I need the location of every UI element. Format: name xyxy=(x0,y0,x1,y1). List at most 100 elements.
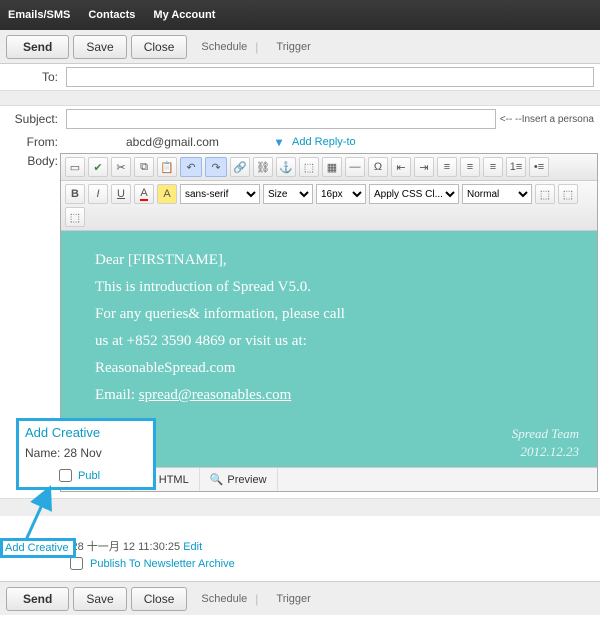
css-class-select[interactable]: Apply CSS Cl... xyxy=(369,184,459,204)
separator: | xyxy=(255,592,258,606)
tool-extra-2-icon[interactable]: ⬚ xyxy=(558,184,578,204)
close-button[interactable]: Close xyxy=(131,35,188,59)
top-nav: Emails/SMS Contacts My Account xyxy=(0,0,600,30)
from-dropdown-arrow-icon[interactable]: ▾ xyxy=(270,135,288,149)
link-icon[interactable]: 🔗 xyxy=(230,157,250,177)
subject-input[interactable] xyxy=(66,109,496,129)
font-size-select[interactable]: 16px xyxy=(316,184,366,204)
nav-emails[interactable]: Emails/SMS xyxy=(8,9,70,21)
nav-contacts[interactable]: Contacts xyxy=(88,9,135,21)
publish-link[interactable]: Publish To Newsletter Archive xyxy=(90,558,235,570)
body-label: Body: xyxy=(6,154,62,168)
italic-icon[interactable]: I xyxy=(88,184,108,204)
image-icon[interactable]: ⬚ xyxy=(299,157,319,177)
add-reply-to-link[interactable]: Add Reply-to xyxy=(292,136,356,148)
cut-icon[interactable]: ✂ xyxy=(111,157,131,177)
list-ordered-icon[interactable]: 1≡ xyxy=(506,157,526,177)
tool-extra-3-icon[interactable]: ⬚ xyxy=(65,207,85,227)
editor-toolbar-row1: ▭ ✔ ✂ ⧉ 📋 ↶ ↷ 🔗 ⛓ ⚓ ⬚ ▦ — Ω ⇤ ⇥ ≡ ≡ ≡ 1≡… xyxy=(61,154,597,181)
undo-icon[interactable]: ↶ xyxy=(180,157,202,177)
publish-checkbox[interactable] xyxy=(70,557,83,570)
callout-title: Add Creative xyxy=(25,425,147,440)
save-button[interactable]: Save xyxy=(73,35,126,59)
body-line: Dear [FIRSTNAME], xyxy=(95,247,563,274)
bold-icon[interactable]: B xyxy=(65,184,85,204)
close-button-bottom[interactable]: Close xyxy=(131,587,188,611)
trigger-link[interactable]: Trigger xyxy=(276,41,310,53)
add-creative-link[interactable]: Add Creative xyxy=(5,542,69,554)
subject-label: Subject: xyxy=(6,112,62,126)
font-color-icon[interactable]: A xyxy=(134,184,154,204)
callout-arrow-icon xyxy=(20,492,54,542)
block-format-select[interactable]: Normal xyxy=(462,184,532,204)
outdent-icon[interactable]: ⇤ xyxy=(391,157,411,177)
save-button-bottom[interactable]: Save xyxy=(73,587,126,611)
callout-publish-row: Publ xyxy=(55,466,147,485)
to-label: To: xyxy=(6,70,62,84)
list-bullet-icon[interactable]: •≡ xyxy=(529,157,549,177)
anchor-icon[interactable]: ⚓ xyxy=(276,157,296,177)
spellcheck-icon[interactable]: ✔ xyxy=(88,157,108,177)
from-value: abcd@gmail.com xyxy=(66,135,266,149)
callout-publish-text: Publ xyxy=(78,470,100,482)
copy-icon[interactable]: ⧉ xyxy=(134,157,154,177)
font-family-select[interactable]: sans-serif xyxy=(180,184,260,204)
callout-name-label: Name: xyxy=(25,446,60,460)
schedule-link-bottom[interactable]: Schedule xyxy=(201,593,247,605)
from-row: From: abcd@gmail.com ▾ Add Reply-to xyxy=(0,132,600,152)
callout-add-creative-zoom: Add Creative Name: 28 Nov Publ xyxy=(16,418,156,490)
footer-info: Name: 28 十一月 12 11:30:25 Edit Publish To… xyxy=(0,534,600,577)
callout-publish-checkbox[interactable] xyxy=(59,469,72,482)
align-left-icon[interactable]: ≡ xyxy=(437,157,457,177)
separator: | xyxy=(255,40,258,54)
signature-name: Spread Team xyxy=(512,425,579,443)
body-email-link[interactable]: spread@reasonables.com xyxy=(139,387,292,403)
nav-account[interactable]: My Account xyxy=(153,9,215,21)
font-size-label-select[interactable]: Size xyxy=(263,184,313,204)
body-line: ReasonableSpread.com xyxy=(95,355,563,382)
magnifier-icon: 🔍 xyxy=(210,473,224,486)
page-icon[interactable]: ▭ xyxy=(65,157,85,177)
highlight-icon[interactable]: A xyxy=(157,184,177,204)
body-line: This is introduction of Spread V5.0. xyxy=(95,274,563,301)
signature: Spread Team 2012.12.23 xyxy=(512,425,579,461)
table-icon[interactable]: ▦ xyxy=(322,157,342,177)
signature-date: 2012.12.23 xyxy=(512,443,579,461)
underline-icon[interactable]: U xyxy=(111,184,131,204)
tab-preview[interactable]: 🔍Preview xyxy=(200,468,278,491)
callout-name-row: Name: 28 Nov xyxy=(25,446,147,460)
tab-label: Preview xyxy=(227,474,266,486)
edit-link[interactable]: Edit xyxy=(183,541,202,553)
from-label: From: xyxy=(6,135,62,149)
paste-icon[interactable]: 📋 xyxy=(157,157,177,177)
symbol-icon[interactable]: Ω xyxy=(368,157,388,177)
send-button-bottom[interactable]: Send xyxy=(6,587,69,611)
tool-extra-1-icon[interactable]: ⬚ xyxy=(535,184,555,204)
indent-icon[interactable]: ⇥ xyxy=(414,157,434,177)
editor-toolbar-row2: B I U A A sans-serif Size 16px Apply CSS… xyxy=(61,181,597,231)
to-input[interactable] xyxy=(66,67,594,87)
footer-name-value: 28 十一月 12 11:30:25 xyxy=(71,541,180,553)
body-email-label: Email: xyxy=(95,387,139,403)
tab-label: HTML xyxy=(159,474,189,486)
action-bar-bottom: Send Save Close Schedule | Trigger xyxy=(0,581,600,615)
insert-personalization-hint[interactable]: <-- --Insert a persona xyxy=(500,114,594,125)
redo-icon[interactable]: ↷ xyxy=(205,157,227,177)
unlink-icon[interactable]: ⛓ xyxy=(253,157,273,177)
body-line: Email: spread@reasonables.com xyxy=(95,382,563,409)
body-line: For any queries& information, please cal… xyxy=(95,301,563,328)
callout-name-value: 28 Nov xyxy=(64,446,102,460)
callout-add-creative-target: Add Creative xyxy=(0,538,76,558)
body-line: us at +852 3590 4869 or visit us at: xyxy=(95,328,563,355)
action-bar-top: Send Save Close Schedule | Trigger xyxy=(0,30,600,64)
schedule-link[interactable]: Schedule xyxy=(201,41,247,53)
align-right-icon[interactable]: ≡ xyxy=(483,157,503,177)
send-button[interactable]: Send xyxy=(6,35,69,59)
trigger-link-bottom[interactable]: Trigger xyxy=(276,593,310,605)
gray-strip xyxy=(0,498,600,516)
to-row: To: xyxy=(0,64,600,90)
block-separator xyxy=(0,90,600,106)
align-center-icon[interactable]: ≡ xyxy=(460,157,480,177)
subject-row: Subject: <-- --Insert a persona xyxy=(0,106,600,132)
hr-icon[interactable]: — xyxy=(345,157,365,177)
